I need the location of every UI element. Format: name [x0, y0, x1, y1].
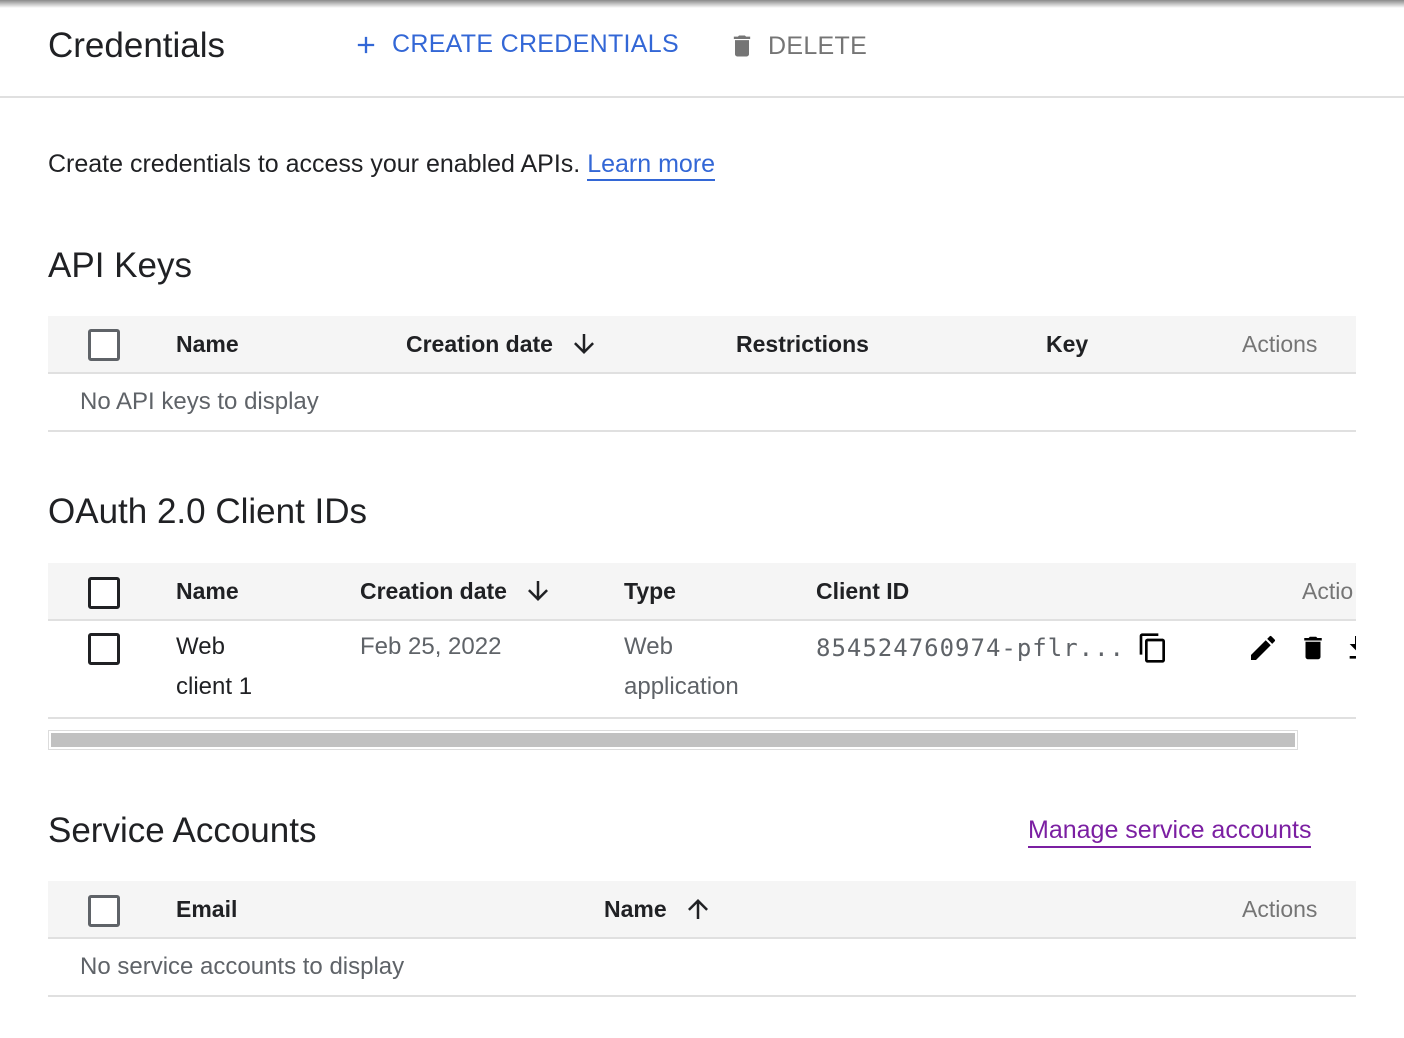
trash-icon — [733, 35, 751, 57]
column-header-type[interactable]: Type — [624, 563, 676, 619]
column-header-email[interactable]: Email — [176, 881, 237, 937]
horizontal-scrollbar[interactable] — [48, 730, 1298, 750]
edit-button[interactable] — [1246, 631, 1280, 665]
column-header-actions: Actio — [1302, 577, 1354, 604]
column-header-key: Key — [1046, 330, 1089, 357]
intro-text: Create credentials to access your enable… — [48, 150, 716, 181]
learn-more-link[interactable]: Learn more — [587, 150, 716, 181]
client-name-line2: client 1 — [176, 673, 253, 700]
plus-icon — [357, 36, 375, 53]
type-cell: Web application — [624, 627, 739, 707]
type-line2: application — [624, 673, 739, 700]
download-button[interactable] — [1342, 631, 1356, 665]
copy-icon — [1139, 633, 1165, 663]
api-keys-select-all-checkbox[interactable] — [88, 329, 120, 361]
api-keys-empty-text: No API keys to display — [80, 388, 319, 415]
api-keys-title: API Keys — [48, 246, 192, 285]
api-keys-header-row: Name Creation date Restrictions Key Acti… — [48, 316, 1356, 374]
column-header-name[interactable]: Name — [176, 563, 239, 619]
table-row: Web client 1 Feb 25, 2022 Web applicatio… — [48, 621, 1356, 719]
column-header-creation-date-label: Creation date — [406, 330, 553, 357]
create-credentials-label: CREATE CREDENTIALS — [392, 30, 679, 58]
toolbar-shadow — [0, 0, 1404, 8]
arrow-down-icon — [573, 334, 594, 354]
manage-service-accounts-link[interactable]: Manage service accounts — [1028, 816, 1312, 848]
column-header-actions: Actions — [1242, 330, 1318, 357]
column-header-actions: Actions — [1242, 895, 1318, 922]
api-keys-empty-row: No API keys to display — [48, 374, 1356, 432]
service-accounts-select-all-checkbox[interactable] — [88, 895, 120, 927]
delete-row-button[interactable] — [1296, 631, 1330, 665]
download-icon — [1349, 636, 1356, 659]
column-header-client-id: Client ID — [816, 577, 910, 604]
oauth-select-all-checkbox[interactable] — [88, 577, 120, 609]
intro-description: Create credentials to access your enable… — [48, 150, 581, 178]
row-checkbox[interactable] — [88, 633, 120, 665]
column-header-name[interactable]: Name — [604, 881, 713, 937]
type-line1: Web — [624, 633, 673, 660]
column-header-restrictions: Restrictions — [736, 330, 869, 357]
service-accounts-header-row: Email Name Actions — [48, 881, 1356, 939]
page-title: Credentials — [48, 26, 226, 65]
column-header-name[interactable]: Name — [176, 316, 239, 372]
top-toolbar: Credentials CREATE CREDENTIALS DELETE — [0, 0, 1404, 98]
api-keys-table: Name Creation date Restrictions Key Acti… — [48, 316, 1356, 432]
create-credentials-button[interactable]: CREATE CREDENTIALS — [352, 30, 679, 59]
creation-date-cell: Feb 25, 2022 — [360, 633, 502, 660]
oauth-table: Name Creation date Type Client ID Actio … — [48, 563, 1356, 719]
delete-button[interactable]: DELETE — [728, 30, 867, 62]
client-id-cell: 854524760974-pflr... — [816, 634, 1125, 662]
oauth-header-row: Name Creation date Type Client ID Actio — [48, 563, 1356, 621]
pencil-icon — [1251, 635, 1276, 660]
arrow-down-icon — [527, 581, 548, 601]
column-header-creation-date-label: Creation date — [360, 577, 507, 604]
service-accounts-title: Service Accounts — [48, 811, 317, 850]
oauth-title: OAuth 2.0 Client IDs — [48, 492, 368, 531]
trash-icon — [1304, 636, 1322, 660]
client-name-cell[interactable]: Web client 1 — [176, 627, 252, 707]
service-accounts-empty-row: No service accounts to display — [48, 939, 1356, 997]
copy-client-id-button[interactable] — [1136, 631, 1170, 665]
service-accounts-empty-text: No service accounts to display — [80, 953, 405, 980]
column-header-name-label: Name — [604, 895, 667, 922]
delete-label: DELETE — [768, 31, 868, 60]
column-header-creation-date[interactable]: Creation date — [406, 316, 599, 372]
column-header-creation-date[interactable]: Creation date — [360, 563, 553, 619]
scrollbar-thumb[interactable] — [51, 733, 1295, 747]
service-accounts-table: Email Name Actions No service accounts t… — [48, 881, 1356, 997]
client-name-line1: Web — [176, 633, 225, 660]
arrow-up-icon — [687, 899, 708, 919]
